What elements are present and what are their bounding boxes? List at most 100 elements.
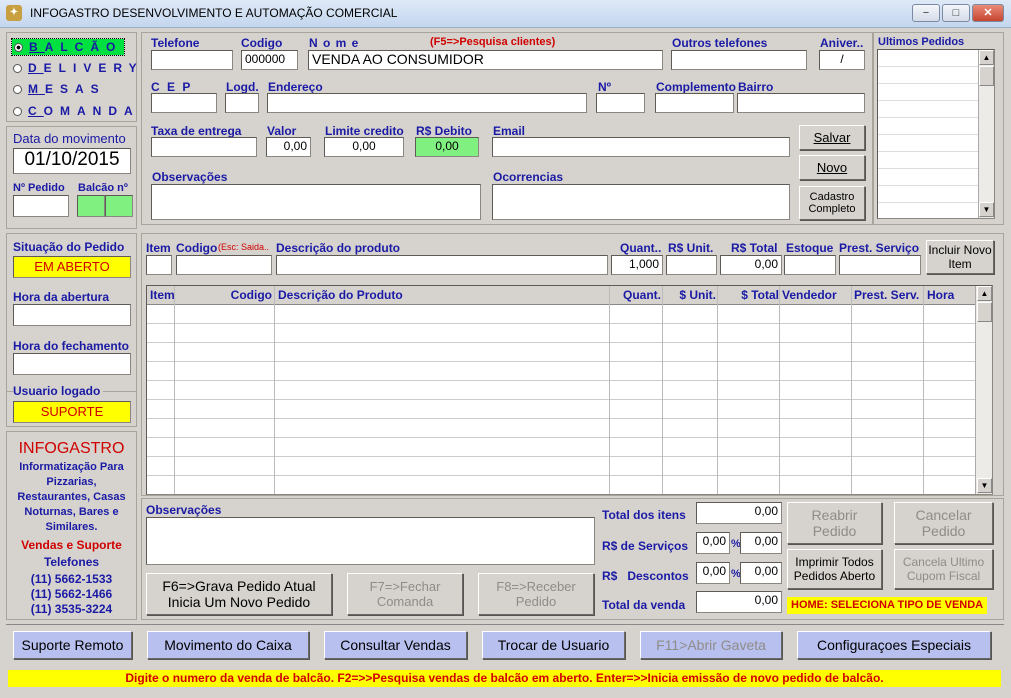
close-time-field[interactable] — [13, 353, 131, 375]
open-drawer-button[interactable]: F11>Abrir Gaveta — [640, 631, 782, 659]
delivery-fee-input[interactable] — [151, 137, 257, 157]
open-time-field[interactable] — [13, 304, 131, 326]
radio-label: MESAS — [28, 82, 106, 96]
items-panel: Item Codigo (Esc: Saida.. Descrição do p… — [141, 233, 1004, 496]
cash-movement-button[interactable]: Movimento do Caixa — [147, 631, 309, 659]
complement-input[interactable] — [655, 93, 734, 113]
scroll-up-icon[interactable]: ▲ — [977, 286, 992, 301]
radio-mesas[interactable]: MESAS — [13, 82, 106, 96]
col-time[interactable]: Hora — [927, 288, 954, 302]
items-grid-scrollbar[interactable]: ▲ ▼ — [975, 286, 992, 494]
unit-price-input[interactable] — [666, 255, 717, 275]
item-code-label: Codigo — [176, 241, 218, 255]
new-customer-button[interactable]: Novo — [799, 155, 865, 180]
customer-notes-input[interactable] — [151, 184, 481, 220]
stock-input[interactable] — [784, 255, 836, 275]
order-number-input[interactable] — [13, 195, 69, 217]
last-orders-list[interactable]: ▲ ▼ — [877, 49, 995, 219]
address-number-input[interactable] — [596, 93, 645, 113]
col-seller[interactable]: Vendedor — [782, 288, 837, 302]
qty-input[interactable]: 1,000 — [611, 255, 663, 275]
other-phones-label: Outros telefones — [672, 36, 768, 50]
col-code[interactable]: Codigo — [175, 288, 272, 302]
col-qty[interactable]: Quant. — [611, 288, 661, 302]
radio-balcao[interactable]: BALCÃO — [10, 38, 126, 56]
minimize-button[interactable]: − — [912, 4, 940, 22]
item-code-input[interactable] — [176, 255, 272, 275]
scroll-thumb[interactable] — [977, 302, 992, 322]
cancel-coupon-button[interactable]: Cancela Ultimo Cupom Fiscal — [894, 549, 993, 589]
radio-comanda[interactable]: COMANDA — [13, 104, 140, 118]
close-tab-button[interactable]: F7=>Fechar Comanda — [347, 573, 463, 615]
discount-pct-input[interactable]: 0,00 — [696, 562, 730, 584]
reopen-order-button[interactable]: Reabrir Pedido — [787, 502, 882, 544]
complement-label: Complemento — [656, 80, 737, 94]
scroll-down-icon[interactable]: ▼ — [977, 478, 992, 493]
product-desc-input[interactable] — [276, 255, 608, 275]
grid-divider — [274, 286, 275, 494]
print-all-button[interactable]: Imprimir Todos Pedidos Aberto — [787, 549, 882, 589]
col-total[interactable]: $ Total — [719, 288, 779, 302]
phone-input[interactable] — [151, 50, 233, 70]
address-input[interactable] — [267, 93, 587, 113]
close-button[interactable]: ✕ — [972, 4, 1004, 22]
switch-user-button[interactable]: Trocar de Usuario — [482, 631, 625, 659]
scroll-up-icon[interactable]: ▲ — [979, 50, 994, 65]
code-label: Codigo — [241, 36, 283, 50]
brand-tagline: Informatização Para Pizzarias, Restauran… — [17, 461, 126, 533]
order-notes-input[interactable] — [146, 517, 595, 565]
maximize-button[interactable]: □ — [942, 4, 970, 22]
movement-date-field[interactable]: 01/10/2015 — [13, 148, 131, 174]
add-item-button[interactable]: Incluir Novo Item — [926, 240, 994, 274]
sales-support-label: Vendas e Suporte — [21, 538, 122, 552]
discount-value-input[interactable]: 0,00 — [740, 562, 782, 584]
other-phones-input[interactable] — [671, 50, 807, 70]
logd-input[interactable] — [225, 93, 259, 113]
service-input[interactable] — [839, 255, 921, 275]
receive-order-button[interactable]: F8=>Receber Pedido — [478, 573, 594, 615]
phones-label: Telefones — [43, 555, 100, 569]
remote-support-button[interactable]: Suporte Remoto — [13, 631, 132, 659]
value-input[interactable]: 0,00 — [266, 137, 311, 157]
product-desc-label: Descrição do produto — [276, 241, 401, 255]
value-label: Valor — [267, 124, 297, 138]
save-order-button[interactable]: F6=>Grava Pedido Atual Inicia Um Novo Pe… — [146, 573, 332, 615]
occurrences-input[interactable] — [492, 184, 790, 220]
special-settings-button[interactable]: Configuraçoes Especiais — [797, 631, 991, 659]
grid-divider — [851, 286, 852, 494]
district-input[interactable] — [737, 93, 865, 113]
col-item[interactable]: Item — [150, 288, 175, 302]
services-value-input[interactable]: 0,00 — [740, 532, 782, 554]
item-input[interactable] — [146, 255, 172, 275]
col-unit[interactable]: $ Unit. — [664, 288, 716, 302]
col-description[interactable]: Descrição do Produto — [278, 288, 403, 302]
email-input[interactable] — [492, 137, 790, 157]
phone-label: Telefone — [151, 36, 200, 50]
window-title: INFOGASTRO DESENVOLVIMENTO E AUTOMAÇÃO C… — [30, 6, 398, 20]
last-orders-scrollbar[interactable]: ▲ ▼ — [978, 50, 994, 218]
brand-name: INFOGASTRO — [18, 440, 125, 457]
total-price-input[interactable]: 0,00 — [720, 255, 782, 275]
scroll-down-icon[interactable]: ▼ — [979, 202, 994, 217]
branding-panel: INFOGASTRO Informatização Para Pizzarias… — [6, 431, 137, 620]
full-register-button[interactable]: Cadastro Completo — [799, 186, 865, 220]
counter-number-input[interactable] — [77, 195, 105, 217]
last-orders-panel: Ultimos Pedidos ▲ ▼ — [873, 32, 1004, 225]
radio-delivery[interactable]: DELIVERY — [13, 61, 144, 75]
services-pct-input[interactable]: 0,00 — [696, 532, 730, 554]
col-service[interactable]: Prest. Serv. — [854, 288, 919, 302]
title-bar: ✦ INFOGASTRO DESENVOLVIMENTO E AUTOMAÇÃO… — [0, 0, 1011, 28]
scroll-thumb[interactable] — [979, 66, 994, 86]
counter-number-input-2[interactable] — [105, 195, 133, 217]
save-customer-button[interactable]: Salvar — [799, 125, 865, 150]
cancel-order-button[interactable]: Cancelar Pedido — [894, 502, 993, 544]
grid-divider — [662, 286, 663, 494]
customer-code-input[interactable]: 000000 — [241, 50, 298, 70]
credit-limit-input[interactable]: 0,00 — [324, 137, 404, 157]
cep-input[interactable] — [151, 93, 217, 113]
radio-dot — [14, 43, 23, 52]
customer-name-input[interactable]: VENDA AO CONSUMIDOR — [308, 50, 663, 70]
consult-sales-button[interactable]: Consultar Vendas — [324, 631, 467, 659]
items-grid[interactable]: Item Codigo Descrição do Produto Quant. … — [146, 285, 993, 495]
birthday-input[interactable]: / — [819, 50, 865, 70]
